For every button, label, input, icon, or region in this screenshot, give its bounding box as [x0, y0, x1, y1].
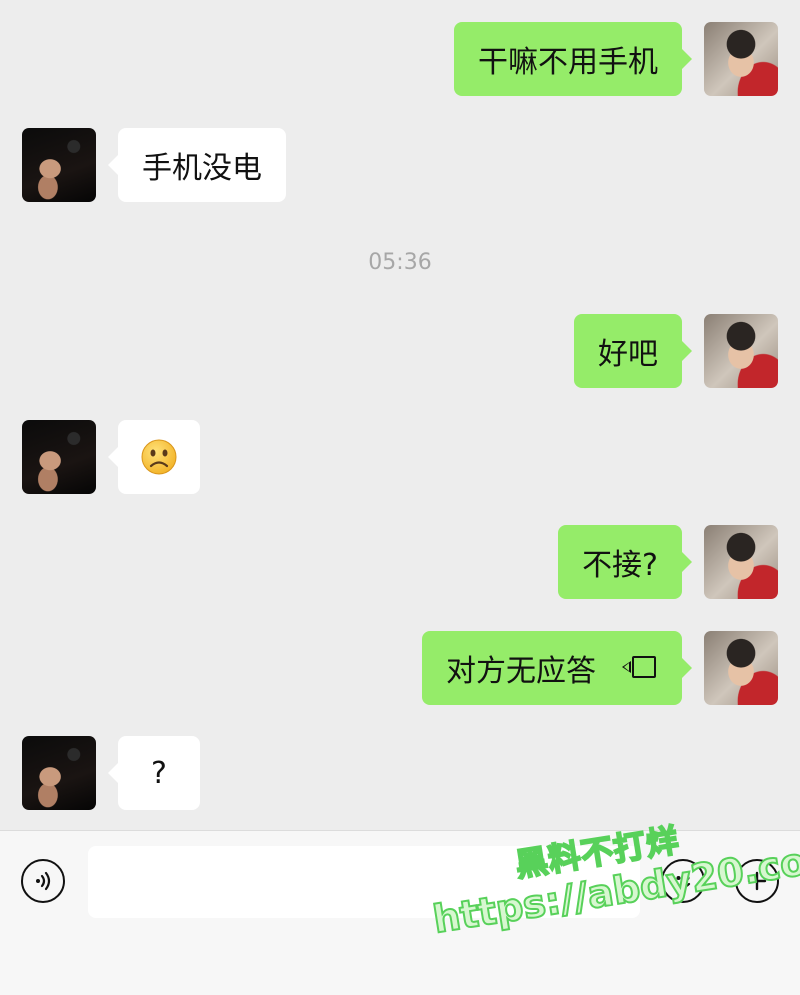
emoji-button[interactable] [661, 859, 705, 903]
message-row-outgoing: 好吧 [0, 314, 800, 388]
message-row-incoming: 手机没电 [0, 128, 800, 202]
avatar-me[interactable] [704, 525, 778, 599]
voice-input-button[interactable] [21, 859, 65, 903]
message-bubble-outgoing[interactable]: 好吧 [574, 314, 692, 388]
frowning-face-icon [141, 439, 177, 475]
avatar-me[interactable] [704, 22, 778, 96]
message-timestamp: 05:36 [368, 250, 432, 275]
avatar-contact[interactable] [22, 736, 96, 810]
message-input[interactable] [88, 846, 640, 918]
call-record-bubble[interactable]: 对方无应答 [422, 631, 692, 705]
message-text: 手机没电 [142, 151, 262, 186]
message-row-incoming [0, 420, 800, 494]
video-call-icon [622, 656, 658, 680]
message-bubble-incoming[interactable]: 手机没电 [108, 128, 286, 202]
avatar-contact[interactable] [22, 420, 96, 494]
message-bubble-outgoing[interactable]: 干嘛不用手机 [454, 22, 692, 96]
smiley-icon [675, 876, 691, 889]
message-row-outgoing: 不接? [0, 525, 800, 599]
avatar-me[interactable] [704, 631, 778, 705]
message-bubble-incoming[interactable]: ? [108, 736, 200, 810]
message-text: 不接? [582, 548, 658, 583]
message-bubble-outgoing[interactable]: 不接? [558, 525, 692, 599]
message-row-outgoing-call: 对方无应答 [0, 631, 800, 705]
message-text: ? [151, 755, 167, 791]
avatar-contact[interactable] [22, 128, 96, 202]
chat-message-list: 干嘛不用手机 手机没电 05:36 好吧 不接? 对方无应答 ? [0, 0, 800, 830]
chat-input-bar [0, 830, 800, 995]
message-row-incoming: ? [0, 736, 800, 810]
message-text: 干嘛不用手机 [478, 45, 658, 80]
message-bubble-incoming[interactable] [108, 420, 200, 494]
more-actions-button[interactable] [735, 859, 779, 903]
plus-icon [747, 871, 767, 891]
message-text: 好吧 [598, 337, 658, 372]
call-status-text: 对方无应答 [446, 654, 596, 689]
voice-icon [36, 871, 51, 891]
message-row-outgoing: 干嘛不用手机 [0, 22, 800, 96]
avatar-me[interactable] [704, 314, 778, 388]
